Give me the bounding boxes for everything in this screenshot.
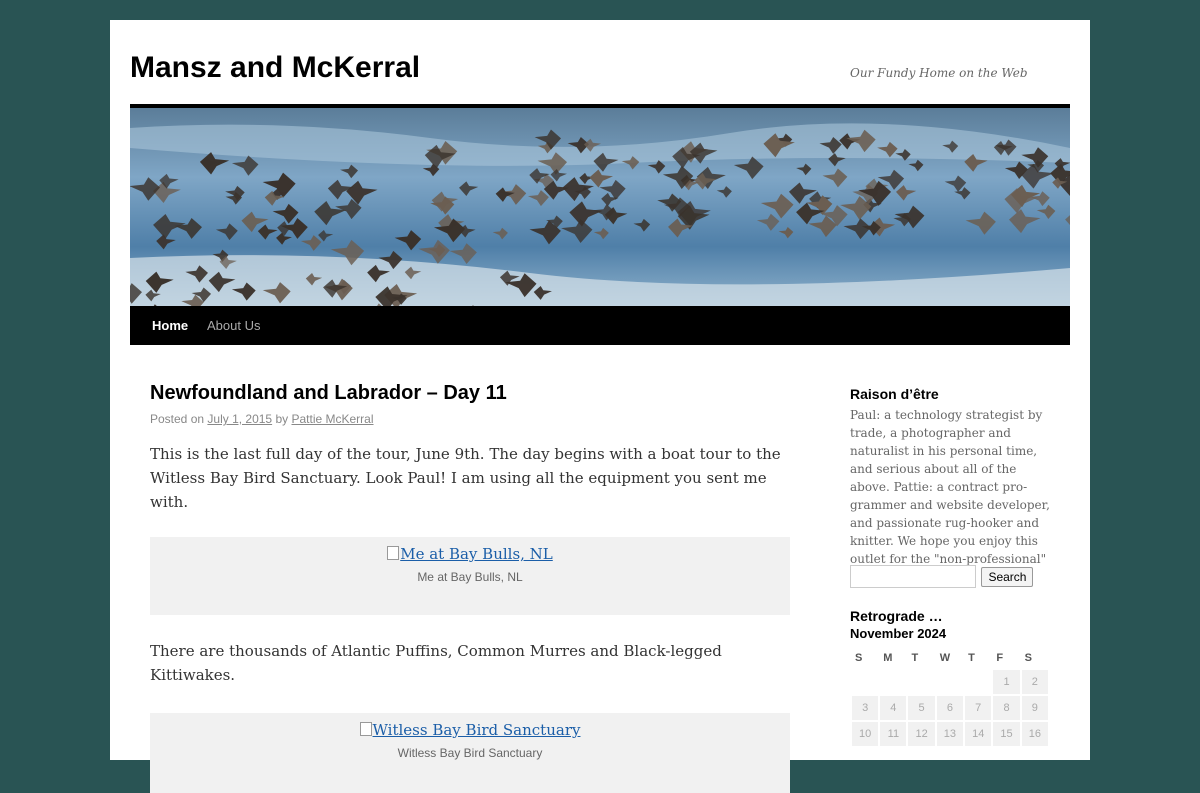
post-date-link[interactable]: July 1, 2015 [207, 412, 272, 426]
calendar-empty-cell [908, 670, 934, 694]
calendar-week-row: 12 [852, 670, 1048, 694]
nav-item-home[interactable]: Home [152, 318, 188, 333]
calendar-empty-cell [937, 670, 963, 694]
calendar-day: 5 [908, 696, 935, 720]
nav-item-about-us[interactable]: About Us [207, 318, 260, 333]
image-caption: Witless Bay Bird Sanctuary [397, 746, 543, 760]
calendar-day: 6 [936, 696, 964, 720]
post-title[interactable]: Newfoundland and Labrador – Day 11 [150, 380, 790, 406]
by-label: by [275, 412, 289, 426]
calendar-weekday: T [968, 652, 975, 664]
calendar-empty-cell [880, 670, 906, 694]
image-alt-text: Witless Bay Bird Sanctuary [372, 721, 581, 739]
post-author-link[interactable]: Pattie McKerral [291, 412, 373, 426]
broken-image-icon [387, 546, 400, 560]
calendar-day: 12 [908, 722, 935, 746]
calendar-empty-cell [852, 670, 878, 694]
page-wrapper: Mansz and McKerral Our Fundy Home on the… [110, 20, 1090, 793]
calendar-weekday: W [939, 652, 951, 664]
post-meta: Posted on July 1, 2015 by Pattie McKerra… [150, 412, 790, 426]
about-widget-text: Paul: a technology strategist by trade, … [850, 408, 1050, 584]
calendar-week-row: 10 11 12 13 14 15 16 [852, 722, 1048, 746]
image-alt-text: Me at Bay Bulls, NL [400, 545, 553, 563]
search-button[interactable]: Search [981, 566, 1034, 587]
image-caption: Me at Bay Bulls, NL [417, 570, 523, 584]
calendar-widget-title: Retrograde … [850, 608, 943, 624]
calendar-day: 11 [880, 722, 907, 746]
sidebar: Raison d’être Paul: a technology strateg… [850, 386, 1050, 746]
calendar-day: 1 [993, 670, 1020, 694]
calendar-empty-cell [965, 670, 991, 694]
main-navigation: Home About Us [130, 306, 1070, 345]
calendar-weekday: S [1024, 652, 1032, 664]
calendar-day: 9 [1021, 696, 1048, 720]
search-form: Search [850, 565, 1034, 588]
calendar-weekday: F [996, 652, 1004, 664]
post-paragraph: This is the last full day of the tour, J… [150, 445, 781, 511]
calendar-day: 7 [965, 696, 992, 720]
post-paragraph: There are thousands of Atlantic Puffins,… [150, 642, 722, 684]
header-banner-image [130, 108, 1070, 306]
calendar-day: 4 [880, 696, 907, 720]
image-link-witless-bay[interactable]: Witless Bay Bird Sanctuary [359, 721, 581, 739]
calendar-day: 3 [852, 696, 879, 720]
main-content: Newfoundland and Labrador – Day 11 Poste… [150, 380, 790, 793]
image-caption-box: Me at Bay Bulls, NL Me at Bay Bulls, NL [150, 537, 790, 615]
calendar-weekday: T [911, 652, 919, 664]
broken-image-icon [359, 722, 372, 736]
posted-on-label: Posted on [150, 412, 205, 426]
calendar-day: 14 [965, 722, 992, 746]
calendar-day: 16 [1021, 722, 1048, 746]
sandpipers-banner-graphic [130, 108, 1070, 306]
calendar-month: November 2024 [850, 626, 947, 641]
site-description: Our Fundy Home on the Web [850, 66, 1028, 80]
image-caption-box: Witless Bay Bird Sanctuary Witless Bay B… [150, 713, 790, 793]
image-link-bay-bulls[interactable]: Me at Bay Bulls, NL [387, 545, 553, 563]
calendar-week-row: 3456789 [852, 696, 1048, 720]
calendar-table: SMTWTFS 1 2 3 4 5 6 7 8 9 10 11 12 13 14 15 16 [850, 646, 1050, 748]
calendar-day: 8 [993, 696, 1020, 720]
site-title[interactable]: Mansz and McKerral [130, 50, 420, 86]
search-input[interactable] [850, 565, 976, 588]
calendar-day: 10 [852, 722, 879, 746]
calendar-day: 2 [1021, 670, 1048, 694]
calendar-day: 13 [936, 722, 964, 746]
calendar-weekday: S [855, 652, 863, 664]
calendar-day: 15 [993, 722, 1020, 746]
about-widget-title: Raison d’être [850, 386, 939, 402]
calendar-weekday: M [883, 652, 893, 664]
